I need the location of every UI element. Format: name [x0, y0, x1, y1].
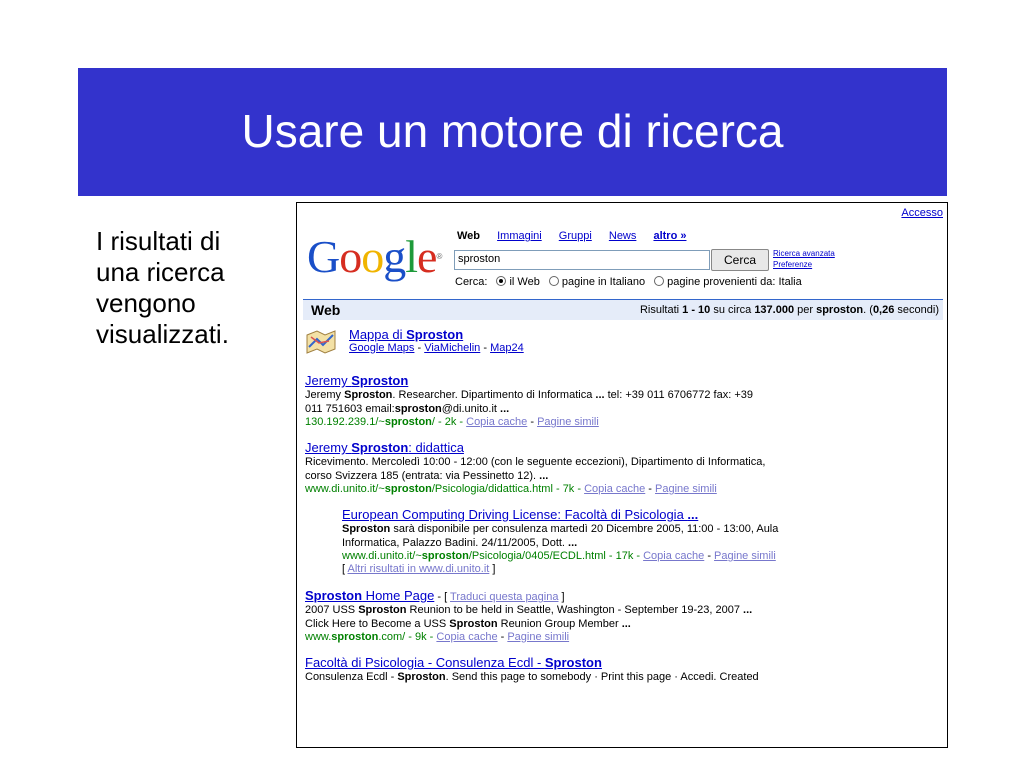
map-icon: [306, 330, 336, 354]
tab-images[interactable]: Immagini: [497, 230, 542, 242]
similar-pages-link[interactable]: Pagine simili: [537, 416, 599, 428]
radio-web[interactable]: [496, 276, 507, 286]
map-result-title[interactable]: Mappa di Sproston: [349, 327, 941, 342]
tab-groups[interactable]: Gruppi: [559, 230, 592, 242]
slide-title-bar: Usare un motore di ricerca: [78, 68, 947, 196]
search-tabs: Web Immagini Gruppi News altro »: [457, 230, 700, 242]
result-url: www.di.unito.it/~sproston/Psicologia/did…: [305, 483, 717, 495]
results-section-label: Web: [311, 302, 341, 318]
cache-link[interactable]: Copia cache: [584, 483, 645, 495]
result-item: Sproston Home Page - [ Traduci questa pa…: [305, 588, 941, 643]
result-snippet: Jeremy Sproston. Researcher. Dipartiment…: [305, 389, 753, 415]
tab-web[interactable]: Web: [457, 230, 480, 242]
result-item: Jeremy Sproston: didattica Ricevimento. …: [305, 440, 941, 495]
radio-label: pagine provenienti da: Italia: [667, 276, 802, 288]
radio-italy-pages[interactable]: [654, 276, 665, 286]
radio-italian-pages[interactable]: [548, 276, 559, 286]
more-results: [ Altri risultati in www.di.unito.it ]: [342, 563, 496, 575]
result-title-link[interactable]: Sproston Home Page: [305, 588, 434, 603]
result-snippet: Consulenza Ecdl - Sproston. Send this pa…: [305, 671, 759, 683]
result-title-link[interactable]: European Computing Driving License: Faco…: [342, 507, 941, 522]
google-logo[interactable]: Google®: [307, 233, 442, 281]
search-input[interactable]: sproston: [454, 250, 710, 270]
google-maps-link[interactable]: Google Maps: [349, 342, 414, 354]
result-snippet: Sproston sarà disponibile per consulenza…: [342, 523, 779, 549]
cache-link[interactable]: Copia cache: [436, 631, 497, 643]
search-options: Ricerca avanzata Preferenze: [773, 248, 835, 270]
result-title-link[interactable]: Facoltà di Psicologia - Consulenza Ecdl …: [305, 655, 941, 670]
body-line: visualizzati.: [96, 319, 229, 349]
similar-pages-link[interactable]: Pagine simili: [714, 550, 776, 562]
sign-in-link[interactable]: Accesso: [901, 207, 943, 219]
result-title-row: Sproston Home Page - [ Traduci questa pa…: [305, 588, 565, 603]
body-line: vengono: [96, 288, 196, 318]
result-item: Facoltà di Psicologia - Consulenza Ecdl …: [305, 655, 941, 684]
result-title-link[interactable]: Jeremy Sproston: didattica: [305, 440, 941, 455]
advanced-search-link[interactable]: Ricerca avanzata: [773, 248, 835, 259]
radio-label: il Web: [509, 276, 540, 288]
radio-label: pagine in Italiano: [561, 276, 646, 288]
scope-label: Cerca:: [455, 276, 488, 288]
preferences-link[interactable]: Preferenze: [773, 259, 835, 270]
cache-link[interactable]: Copia cache: [643, 550, 704, 562]
result-url: www.di.unito.it/~sproston/Psicologia/040…: [342, 550, 776, 562]
google-screenshot: Accesso Google® Web Immagini Gruppi News…: [296, 202, 948, 748]
map-result: Mappa di Sproston Google Maps - ViaMiche…: [305, 327, 941, 361]
search-scope: Cerca: il Web pagine in Italiano pagine …: [455, 276, 802, 288]
map24-link[interactable]: Map24: [490, 342, 524, 354]
viamichelin-link[interactable]: ViaMichelin: [424, 342, 480, 354]
tab-news[interactable]: News: [609, 230, 637, 242]
result-snippet: 2007 USS Sproston Reunion to be held in …: [305, 604, 753, 630]
result-title-link[interactable]: Jeremy Sproston: [305, 373, 941, 388]
search-button[interactable]: Cerca: [711, 249, 769, 271]
result-url: www.sproston.com/ - 9k - Copia cache - P…: [305, 631, 570, 643]
similar-pages-link[interactable]: Pagine simili: [507, 631, 569, 643]
result-item: Jeremy Sproston Jeremy Sproston. Researc…: [305, 373, 941, 428]
slide-body-text: I risultati di una ricerca vengono visua…: [96, 226, 281, 350]
results-stats: Risultati 1 - 10 su circa 137.000 per sp…: [639, 304, 939, 316]
result-url: 130.192.239.1/~sproston/ - 2k - Copia ca…: [305, 416, 599, 428]
result-snippet: Ricevimento. Mercoledì 10:00 - 12:00 (co…: [305, 456, 766, 482]
cache-link[interactable]: Copia cache: [466, 416, 527, 428]
results-list: Mappa di Sproston Google Maps - ViaMiche…: [305, 327, 941, 696]
translate-link[interactable]: Traduci questa pagina: [450, 591, 558, 603]
map-links: Google Maps - ViaMichelin - Map24: [349, 342, 524, 354]
body-line: una ricerca: [96, 257, 225, 287]
results-bar: Web Risultati 1 - 10 su circa 137.000 pe…: [303, 300, 943, 320]
result-item: European Computing Driving License: Faco…: [342, 507, 941, 576]
more-results-link[interactable]: Altri risultati in www.di.unito.it: [348, 563, 490, 575]
body-line: I risultati di: [96, 226, 221, 256]
similar-pages-link[interactable]: Pagine simili: [655, 483, 717, 495]
slide-title: Usare un motore di ricerca: [241, 105, 784, 157]
tab-more[interactable]: altro »: [653, 230, 686, 242]
